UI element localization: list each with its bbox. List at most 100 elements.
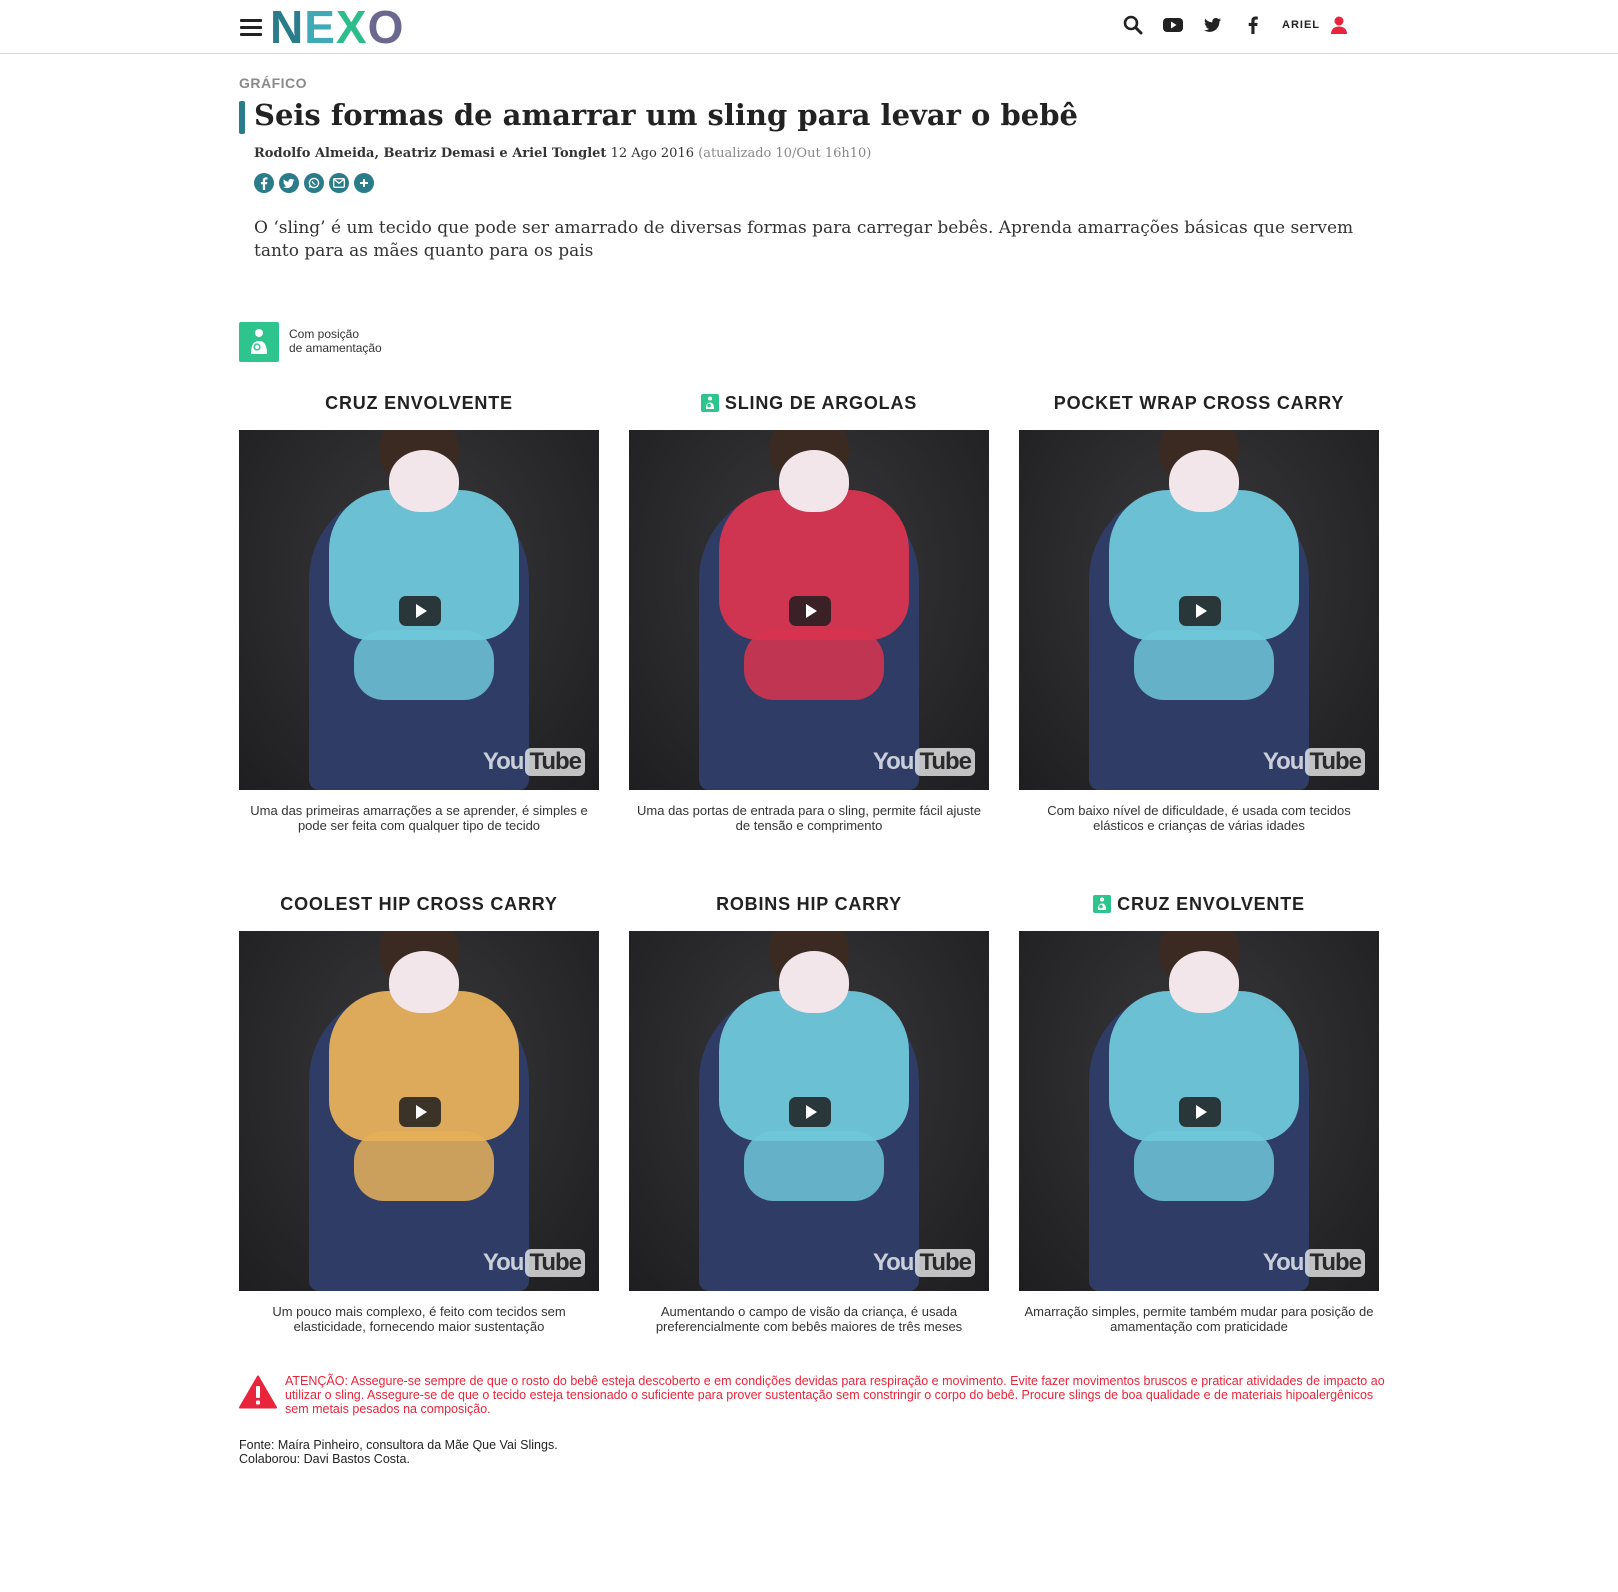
sling-fabric-tail [354,630,494,700]
card-title: COOLEST HIP CROSS CARRY [239,891,599,917]
youtube-logo-tube: Tube [1305,748,1365,776]
card-description: Com baixo nível de dificuldade, é usada … [1047,803,1351,833]
card-title-text: SLING DE ARGOLAS [724,392,918,413]
youtube-logo-you: You [872,748,915,775]
warning-icon [239,1375,277,1409]
card-description: Uma das portas de entrada para o sling, … [637,803,981,833]
play-button[interactable] [1179,596,1221,626]
card-description: Um pouco mais complexo, é feito com teci… [272,1304,566,1334]
youtube-logo-you: You [872,1249,915,1276]
play-button[interactable] [399,596,441,626]
logo-letter: O [367,1,405,53]
updated-date: (atualizado 10/Out 16h10) [698,146,872,161]
card-title-text: POCKET WRAP CROSS CARRY [1053,392,1345,413]
tying-method-card: SLING DE ARGOLAS You Tube Uma das portas de… [629,390,989,833]
video-player[interactable]: You Tube [629,430,989,790]
logo-letter: X [335,1,368,53]
breastfeeding-icon [1093,895,1112,913]
sling-fabric-tail [354,1131,494,1201]
breastfeeding-icon [239,322,279,362]
sling-fabric-tail [744,630,884,700]
card-title-text: CRUZ ENVOLVENTE [325,392,513,413]
tying-method-card: POCKET WRAP CROSS CARRY You Tube Com baixo … [1019,390,1379,833]
source-line: Fonte: Maíra Pinheiro, consultora da Mãe… [239,1438,558,1452]
youtube-logo[interactable]: You Tube [1263,748,1365,776]
user-icon[interactable] [1328,14,1350,36]
legend-line-2: de amamentação [289,341,382,355]
nexo-logo[interactable]: N E X O [270,1,405,53]
play-button[interactable] [399,1097,441,1127]
youtube-logo-tube: Tube [525,748,585,776]
baby-head [1169,951,1239,1013]
youtube-logo-tube: Tube [915,748,975,776]
card-title: CRUZ ENVOLVENTE [1019,891,1379,917]
youtube-icon[interactable] [1162,14,1184,36]
youtube-logo-tube: Tube [1305,1249,1365,1277]
safety-warning: ATENÇÃO: Assegure-se sempre de que o ros… [285,1374,1385,1416]
baby-head [779,450,849,512]
youtube-logo-you: You [482,748,525,775]
legend-line-1: Com posição [289,327,360,341]
collaborator-line: Colaborou: Davi Bastos Costa. [239,1452,410,1466]
card-title-text: ROBINS HIP CARRY [716,893,902,914]
facebook-icon[interactable] [254,173,274,193]
breastfeeding-icon [700,394,719,412]
source-credits: Fonte: Maíra Pinheiro, consultora da Mãe… [239,1438,558,1466]
video-player[interactable]: You Tube [239,931,599,1291]
youtube-logo-you: You [482,1249,525,1276]
youtube-logo[interactable]: You Tube [1263,1249,1365,1277]
article-kicker[interactable]: GRÁFICO [239,75,307,91]
search-icon[interactable] [1122,14,1144,36]
youtube-logo[interactable]: You Tube [483,1249,585,1277]
legend-label: Com posição de amamentação [289,327,382,355]
byline: Rodolfo Almeida, Beatriz Demasi e Ariel … [254,146,871,161]
facebook-icon[interactable] [1242,14,1264,36]
play-button[interactable] [1179,1097,1221,1127]
sling-fabric-tail [1134,1131,1274,1201]
email-icon[interactable] [329,173,349,193]
title-accent-bar [239,101,245,134]
youtube-logo-tube: Tube [525,1249,585,1277]
baby-head [1169,450,1239,512]
whatsapp-icon[interactable] [304,173,324,193]
card-title: SLING DE ARGOLAS [629,390,989,416]
sling-fabric-tail [744,1131,884,1201]
youtube-logo-you: You [1262,748,1305,775]
card-title-text: CRUZ ENVOLVENTE [1117,893,1305,914]
twitter-icon[interactable] [279,173,299,193]
baby-head [779,951,849,1013]
youtube-logo-you: You [1262,1249,1305,1276]
tying-method-card: CRUZ ENVOLVENTE You Tube Uma das primeiras … [239,390,599,833]
youtube-logo[interactable]: You Tube [483,748,585,776]
play-button[interactable] [789,1097,831,1127]
play-button[interactable] [789,596,831,626]
card-description: Uma das primeiras amarrações a se aprend… [250,803,588,833]
card-description: Amarração simples, permite também mudar … [1024,1304,1374,1334]
baby-head [389,450,459,512]
menu-icon[interactable] [240,19,262,37]
sling-fabric-tail [1134,630,1274,700]
authors[interactable]: Rodolfo Almeida, Beatriz Demasi e Ariel … [254,146,606,161]
video-player[interactable]: You Tube [1019,430,1379,790]
article-lead: O ‘sling’ é um tecido que pode ser amarr… [254,218,1354,261]
page-title: Seis formas de amarrar um sling para lev… [254,98,1078,132]
share-buttons [254,173,374,193]
twitter-icon[interactable] [1202,14,1224,36]
video-player[interactable]: You Tube [239,430,599,790]
card-title: POCKET WRAP CROSS CARRY [1019,390,1379,416]
plus-icon[interactable] [354,173,374,193]
site-header: N E X O ARIEL [0,0,1618,54]
baby-head [389,951,459,1013]
video-player[interactable]: You Tube [629,931,989,1291]
card-description: Aumentando o campo de visão da criança, … [655,1304,963,1334]
tying-method-card: CRUZ ENVOLVENTE You Tube Amarração simples,… [1019,891,1379,1334]
header-actions: ARIEL [1122,14,1350,36]
card-title-text: COOLEST HIP CROSS CARRY [280,893,558,914]
youtube-logo-tube: Tube [915,1249,975,1277]
card-title: ROBINS HIP CARRY [629,891,989,917]
youtube-logo[interactable]: You Tube [873,748,975,776]
video-player[interactable]: You Tube [1019,931,1379,1291]
logo-letter: N [270,1,305,53]
youtube-logo[interactable]: You Tube [873,1249,975,1277]
user-name[interactable]: ARIEL [1282,19,1320,31]
